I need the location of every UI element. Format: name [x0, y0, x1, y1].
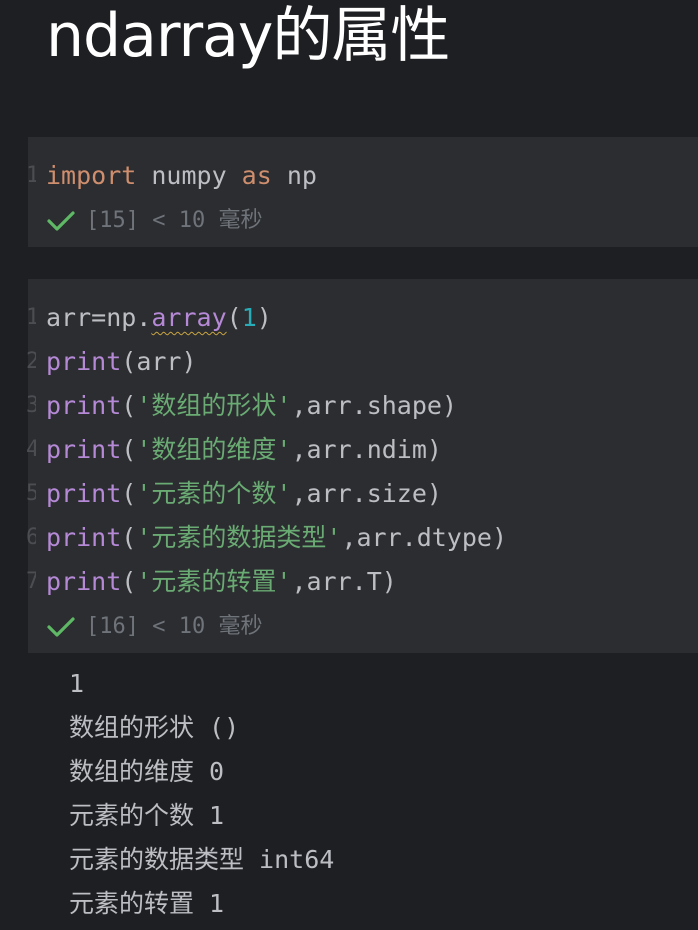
function-name: print [46, 391, 122, 420]
line-number: 1 [26, 163, 36, 188]
output-line: 数组的维度 0 [69, 757, 225, 786]
code-token: ( [121, 567, 137, 596]
function-name: print [46, 435, 122, 464]
warning-token[interactable]: array [151, 303, 226, 332]
code-line[interactable]: arr=np.array(1) [46, 296, 272, 340]
code-line[interactable]: print('元素的转置',arr.T) [46, 560, 397, 604]
code-line[interactable]: print('数组的维度',arr.ndim) [46, 428, 442, 472]
code-token: ( [121, 479, 137, 508]
code-token: ,arr.ndim) [291, 435, 442, 464]
string-literal: '数组的维度' [136, 435, 292, 464]
string-literal: '元素的个数' [136, 479, 292, 508]
output-line: 元素的转置 1 [69, 889, 225, 918]
keyword-as: as [241, 161, 272, 190]
module-alias: np [271, 161, 317, 190]
cell-status: [16] < 10 毫秒 [46, 607, 262, 647]
output-line: 1 [69, 669, 85, 698]
code-token: ( [121, 391, 137, 420]
code-token: (arr) [121, 347, 197, 376]
execution-counter: [16] [86, 614, 139, 639]
keyword-import: import [46, 161, 137, 190]
module-name: numpy [136, 161, 242, 190]
cell-status: [15] < 10 毫秒 [46, 201, 262, 241]
code-token: ( [121, 435, 137, 464]
check-icon [47, 211, 75, 231]
code-token: ( [226, 303, 242, 332]
execution-counter: [15] [86, 208, 139, 233]
code-token: ,arr.dtype) [341, 523, 508, 552]
code-line[interactable]: print(arr) [46, 340, 197, 384]
output-line: 数组的形状 () [69, 713, 240, 742]
code-line[interactable]: print('数组的形状',arr.shape) [46, 384, 457, 428]
string-literal: '元素的数据类型' [136, 523, 342, 552]
line-number: 2 [26, 349, 36, 374]
execution-time: < 10 毫秒 [152, 614, 263, 639]
code-token: ,arr.shape) [291, 391, 458, 420]
line-number: 1 [26, 305, 36, 330]
check-icon [47, 617, 75, 637]
line-number: 5 [26, 481, 36, 506]
output-line: 元素的个数 1 [69, 801, 225, 830]
output-line: 元素的数据类型 int64 [69, 845, 335, 874]
code-cell-import[interactable]: 1 import numpy as np [15] < 10 毫秒 [26, 137, 698, 247]
function-name: print [46, 567, 122, 596]
function-name: print [46, 347, 122, 376]
code-line[interactable]: import numpy as np [46, 154, 317, 198]
code-token: ,arr.T) [291, 567, 397, 596]
code-token: ,arr.size) [291, 479, 442, 508]
cell-output: 1 数组的形状 () 数组的维度 0 元素的个数 1 元素的数据类型 int64… [69, 662, 334, 926]
line-number: 6 [26, 525, 36, 550]
function-name: print [46, 523, 122, 552]
string-literal: '数组的形状' [136, 391, 292, 420]
number-literal: 1 [241, 303, 257, 332]
function-name: print [46, 479, 122, 508]
code-line[interactable]: print('元素的个数',arr.size) [46, 472, 442, 516]
line-number: 3 [26, 393, 36, 418]
code-token: ( [121, 523, 137, 552]
code-cell-attributes[interactable]: 1 2 3 4 5 6 7 arr=np.array(1) print(arr)… [26, 279, 698, 653]
code-line[interactable]: print('元素的数据类型',arr.dtype) [46, 516, 507, 560]
line-number: 4 [26, 437, 36, 462]
string-literal: '元素的转置' [136, 567, 292, 596]
page-title: ndarray的属性 [46, 1, 450, 71]
execution-time: < 10 毫秒 [152, 208, 263, 233]
code-token: arr=np. [46, 303, 152, 332]
line-number: 7 [26, 569, 36, 594]
code-token: ) [256, 303, 272, 332]
